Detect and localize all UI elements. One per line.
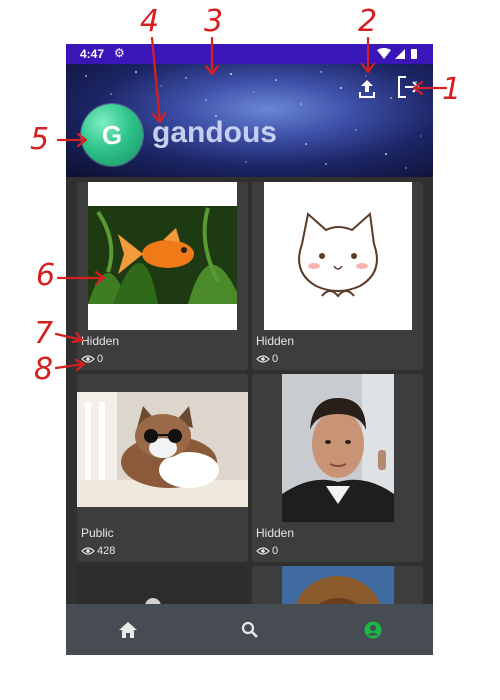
status-bar: 4:47 ⚙	[66, 44, 433, 64]
view-count-value: 0	[97, 353, 104, 365]
annotation-label: 4	[140, 4, 160, 39]
view-count-value: 0	[272, 545, 279, 557]
upload-button[interactable]	[354, 76, 380, 102]
annotation-label: 1	[442, 72, 462, 107]
battery-icon	[411, 49, 417, 59]
post-card[interactable]: Hidden 0	[252, 182, 423, 370]
visibility-label: Hidden	[256, 334, 295, 348]
annotation-label: 2	[358, 4, 378, 39]
visibility-label: Public	[81, 526, 114, 540]
annotation-label: 8	[34, 352, 54, 387]
upload-icon	[359, 80, 375, 98]
nav-home-button[interactable]	[116, 618, 140, 642]
eye-icon	[256, 355, 270, 363]
wifi-icon	[377, 48, 391, 59]
eye-icon	[81, 355, 95, 363]
nav-search-button[interactable]	[238, 618, 262, 642]
username: gandous	[152, 116, 277, 149]
bottom-navigation	[66, 604, 433, 655]
logout-button[interactable]	[396, 74, 422, 100]
person-head-photo	[282, 566, 394, 604]
post-image	[282, 374, 394, 522]
annotation-label: 7	[34, 316, 54, 351]
view-count: 0	[256, 545, 278, 557]
post-card[interactable]: Public 428	[77, 374, 248, 562]
settings-gear-icon: ⚙	[114, 46, 125, 60]
man-selfie-photo	[282, 374, 394, 522]
annotation-label: 6	[36, 258, 56, 293]
post-image	[264, 182, 412, 330]
status-time: 4:47	[80, 47, 105, 61]
view-count-value: 0	[272, 353, 279, 365]
cat-with-sunglasses-photo	[77, 392, 248, 507]
post-image	[77, 392, 248, 507]
home-icon	[119, 622, 137, 638]
post-card[interactable]: Hidden 0	[252, 374, 423, 562]
dark-photo	[77, 566, 248, 604]
posts-grid: Hidden 0 Hidden 0 Public 428 Hidden 0	[66, 177, 433, 604]
post-card[interactable]: Hidden 0	[77, 182, 248, 370]
eye-icon	[81, 547, 95, 555]
app-screen: 4:47 ⚙ G gandous Hidden 0 Hidden 0 Publi…	[66, 44, 433, 655]
logout-icon	[398, 76, 420, 98]
profile-header: G gandous	[66, 64, 433, 177]
view-count-value: 428	[97, 545, 116, 557]
view-count: 428	[81, 545, 115, 557]
visibility-label: Hidden	[256, 526, 295, 540]
search-icon	[241, 621, 258, 638]
cartoon-cat-illustration	[298, 212, 378, 298]
view-count: 0	[81, 353, 103, 365]
post-card[interactable]	[77, 566, 248, 604]
nav-profile-button[interactable]	[361, 618, 385, 642]
profile-icon	[364, 621, 382, 639]
annotation-label: 3	[204, 4, 224, 39]
visibility-label: Hidden	[81, 334, 120, 348]
post-card[interactable]	[252, 566, 423, 604]
avatar-letter: G	[101, 119, 123, 150]
signal-icon	[395, 49, 405, 59]
post-image	[88, 182, 237, 330]
status-icons	[377, 48, 417, 59]
goldfish-photo	[88, 206, 237, 304]
view-count: 0	[256, 353, 278, 365]
annotation-label: 5	[30, 122, 50, 157]
eye-icon	[256, 547, 270, 555]
avatar[interactable]: G	[81, 104, 143, 166]
